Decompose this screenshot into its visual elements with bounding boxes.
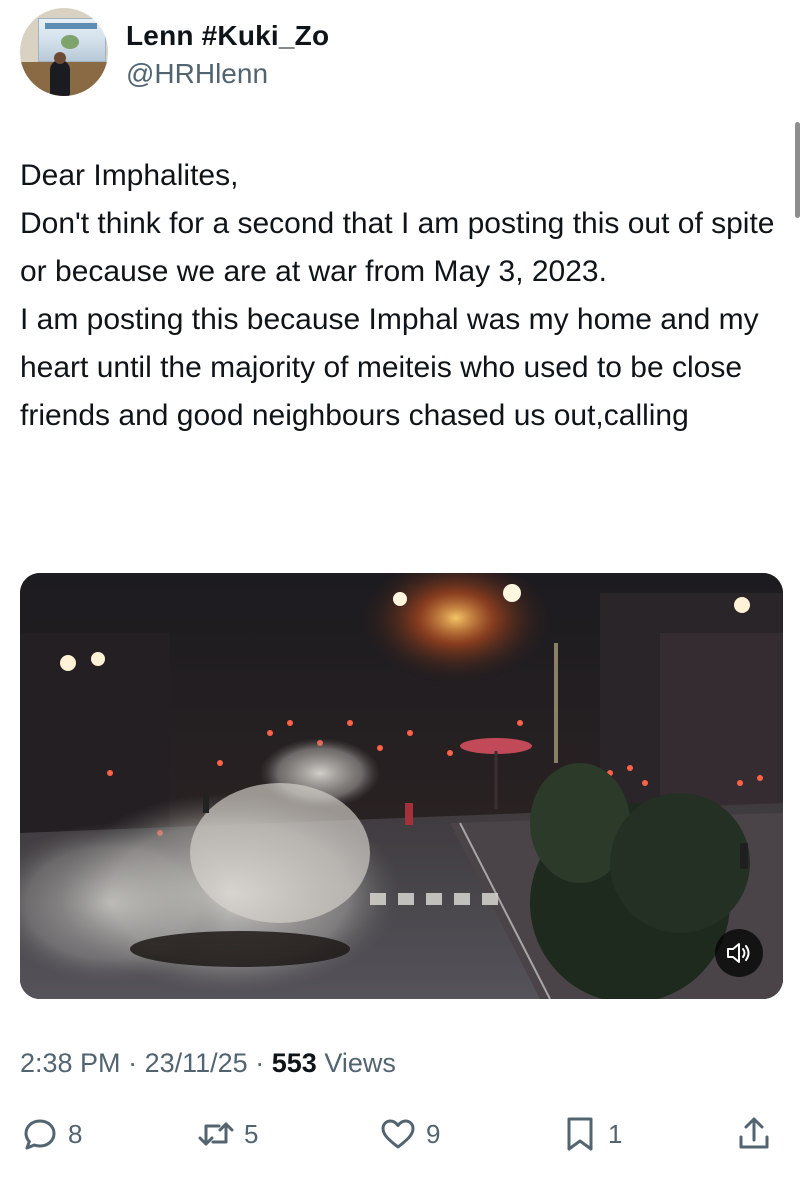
- tweet-text: Dear Imphalites, Don't think for a secon…: [20, 159, 775, 432]
- user-handle[interactable]: @HRHlenn: [126, 58, 268, 90]
- heart-icon: [378, 1114, 418, 1154]
- avatar-banner: [38, 18, 106, 62]
- reply-button[interactable]: 8: [20, 1112, 82, 1156]
- smoke: [190, 783, 370, 923]
- like-count: 9: [426, 1118, 441, 1149]
- reply-icon: [20, 1114, 60, 1154]
- avatar[interactable]: [20, 8, 108, 96]
- like-button[interactable]: 9: [378, 1112, 440, 1156]
- person-silhouette: [203, 793, 209, 813]
- user-name[interactable]: Lenn #Kuki_Zo: [126, 20, 329, 52]
- reply-count: 8: [68, 1118, 83, 1149]
- street-light: [60, 655, 76, 671]
- mute-button[interactable]: [715, 929, 763, 977]
- share-button[interactable]: [734, 1112, 774, 1156]
- debris: [130, 931, 350, 967]
- views-count[interactable]: 553: [272, 1048, 317, 1078]
- share-icon: [734, 1114, 774, 1154]
- scrollbar[interactable]: [795, 122, 800, 218]
- tweet-time[interactable]: 2:38 PM: [20, 1048, 121, 1078]
- tweet-date[interactable]: 23/11/25: [145, 1048, 248, 1078]
- repost-count: 5: [244, 1118, 259, 1149]
- avatar-person-head: [54, 52, 66, 64]
- bookmark-count: 1: [608, 1118, 623, 1149]
- bookmark-button[interactable]: 1: [560, 1112, 622, 1156]
- avatar-person: [50, 60, 70, 96]
- action-bar: 8 5 9 1: [20, 1112, 780, 1156]
- meta-separator: ·: [255, 1048, 265, 1078]
- meta-separator: ·: [128, 1048, 138, 1078]
- video-player[interactable]: [20, 573, 783, 999]
- tweet-header: Lenn #Kuki_Zo @HRHlenn: [20, 8, 780, 100]
- person-silhouette: [740, 843, 748, 869]
- speaker-icon: [727, 943, 750, 963]
- person-silhouette: [405, 803, 413, 825]
- street-light: [393, 592, 407, 606]
- tweet-meta: 2:38 PM · 23/11/25 · 553 Views: [20, 1048, 396, 1079]
- bookmark-icon: [560, 1114, 600, 1154]
- street-light: [734, 597, 750, 613]
- building-right-2: [660, 633, 783, 813]
- street-light: [503, 584, 521, 602]
- views-label: Views: [324, 1048, 396, 1078]
- repost-icon: [196, 1114, 236, 1154]
- tree: [610, 793, 750, 933]
- video-frame: [20, 573, 783, 999]
- repost-button[interactable]: 5: [196, 1112, 258, 1156]
- street-light: [91, 652, 105, 666]
